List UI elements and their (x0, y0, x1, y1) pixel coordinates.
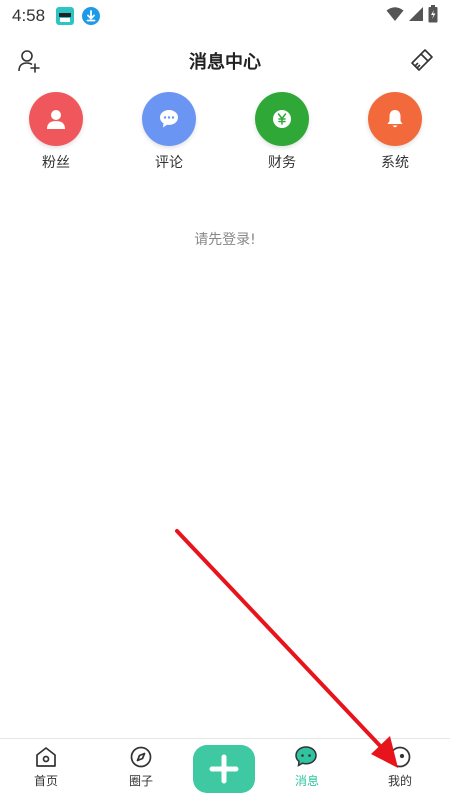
category-label: 评论 (155, 155, 183, 171)
clear-brush-icon[interactable] (408, 48, 434, 74)
nav-messages[interactable]: 消息 (272, 745, 342, 789)
login-prompt: 请先登录! (194, 232, 256, 248)
wifi-icon (386, 6, 404, 26)
category-comments[interactable]: 评论 (129, 92, 209, 172)
plus-icon (209, 754, 239, 784)
finance-icon-badge (255, 92, 309, 146)
fans-icon-badge (29, 92, 83, 146)
yen-coin-icon (273, 110, 291, 128)
comments-icon-badge (142, 92, 196, 146)
status-bar: 4:58 (0, 0, 450, 32)
battery-icon (428, 5, 438, 27)
bottom-nav: 首页 圈子 消息 我的 (0, 738, 450, 800)
nav-label: 我的 (387, 774, 412, 788)
nav-circle[interactable]: 圈子 (106, 745, 176, 789)
chat-bubble-icon (160, 110, 178, 128)
system-icon-badge (368, 92, 422, 146)
download-icon (81, 6, 101, 26)
category-label: 粉丝 (42, 155, 70, 171)
nav-label: 消息 (294, 774, 319, 788)
header: 消息中心 (0, 40, 450, 82)
signal-icon (408, 6, 424, 26)
status-time: 4:58 (12, 6, 46, 25)
nav-profile[interactable]: 我的 (365, 745, 435, 789)
message-icon (295, 746, 317, 767)
user-icon (47, 110, 65, 129)
page-title: 消息中心 (189, 52, 261, 73)
category-system[interactable]: 系统 (355, 92, 435, 172)
message-categories: 粉丝 评论 财务 系统 (0, 92, 450, 172)
category-fans[interactable]: 粉丝 (16, 92, 96, 172)
nav-label: 圈子 (128, 774, 153, 788)
add-friend-icon[interactable] (16, 48, 42, 74)
plus-button[interactable] (193, 745, 255, 793)
category-label: 财务 (268, 155, 296, 171)
profile-icon (389, 746, 411, 768)
home-icon (36, 747, 56, 767)
status-indicators (386, 5, 438, 27)
game-notification-icon (55, 6, 75, 26)
category-label: 系统 (381, 155, 409, 171)
category-finance[interactable]: 财务 (242, 92, 322, 172)
bell-icon (387, 110, 403, 128)
compass-icon (130, 746, 152, 768)
nav-home[interactable]: 首页 (11, 745, 81, 789)
nav-label: 首页 (33, 774, 58, 788)
